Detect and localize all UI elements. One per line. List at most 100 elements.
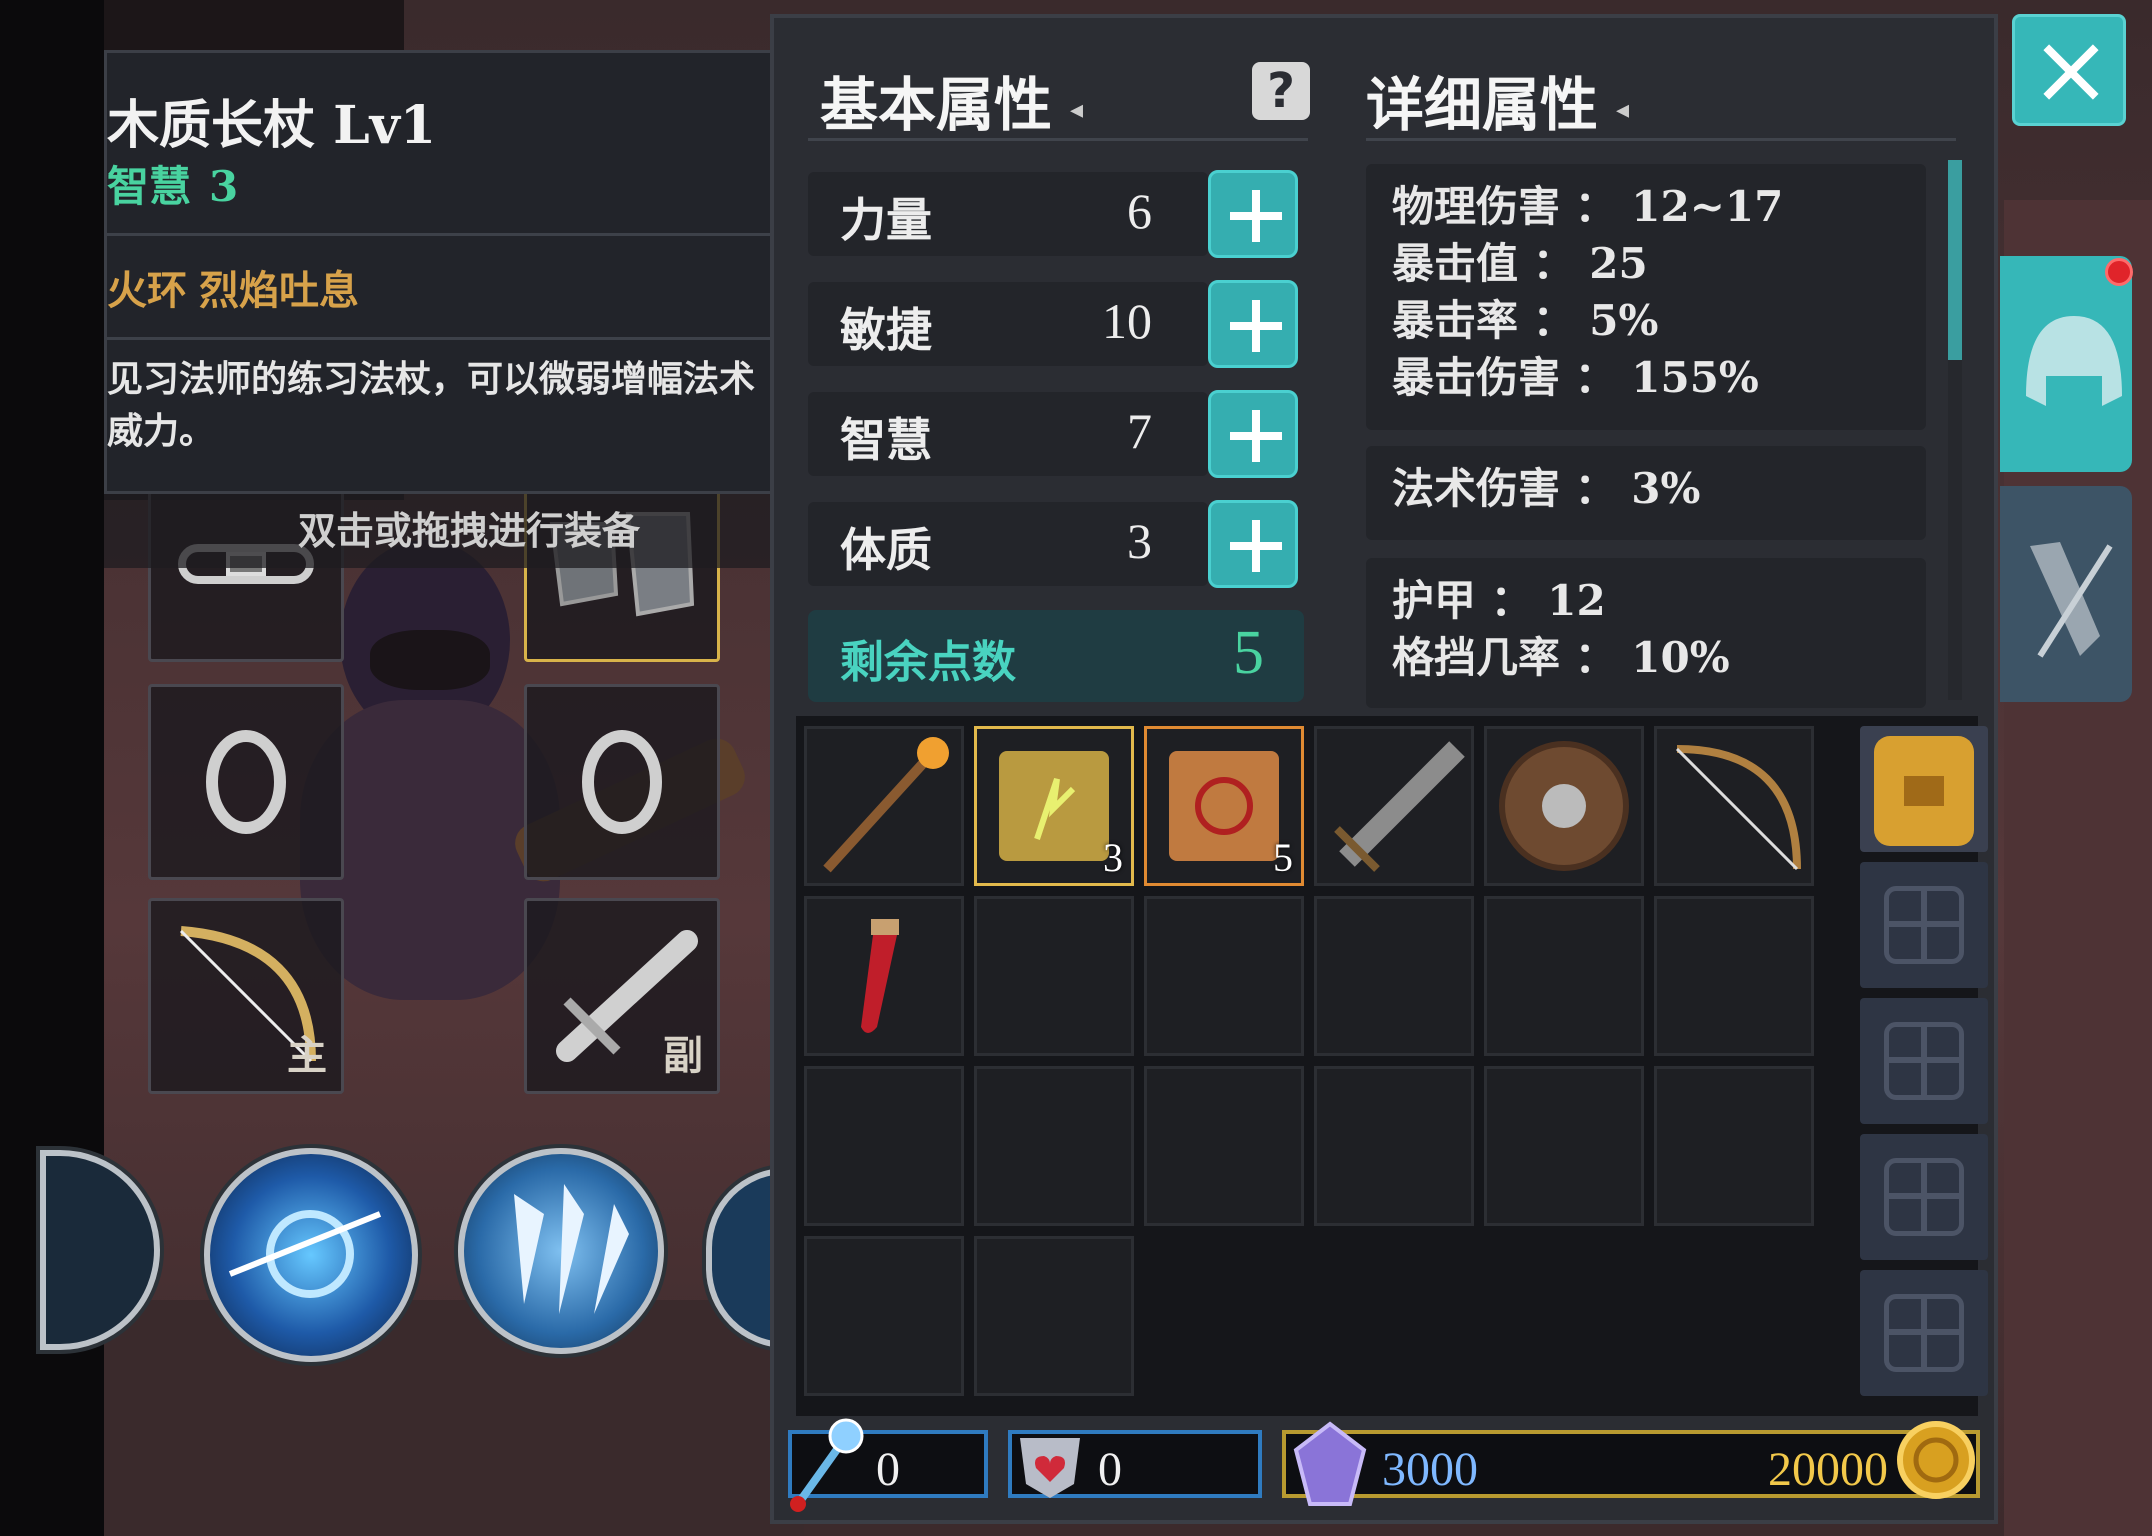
empty-bag-icon <box>1884 1022 1964 1100</box>
equip-slot-ring-left[interactable] <box>148 684 344 880</box>
inventory-slot-empty[interactable] <box>1314 1066 1474 1226</box>
currency-value: 0 <box>1098 1443 1122 1496</box>
add-wisdom-button[interactable] <box>1208 390 1298 478</box>
item-count: 3 <box>1103 835 1123 880</box>
gauntlet-icon <box>2030 542 2113 658</box>
inventory-slot-empty[interactable] <box>1654 896 1814 1056</box>
currency-value: 0 <box>876 1443 900 1496</box>
detail-physical-group: 物理伤害 ： 12~17 暴击值 ： 25 暴击率 ： 5% 暴击伤害 ： 15… <box>1366 164 1926 430</box>
multi-arrow-icon <box>514 1184 629 1314</box>
add-constitution-button[interactable] <box>1208 500 1298 588</box>
equip-slot-off-hand[interactable]: 副 <box>524 898 720 1094</box>
inventory-slot-scroll-red[interactable]: 5 <box>1144 726 1304 886</box>
inventory-slot-empty[interactable] <box>1484 1066 1644 1226</box>
equip-slot-ring-right[interactable] <box>524 684 720 880</box>
detail-scrollbar-thumb[interactable] <box>1948 160 1962 360</box>
item-attribute-name: 智慧 <box>107 162 192 211</box>
item-name: 木质长杖 Lv1 <box>107 95 437 156</box>
tab-skills[interactable] <box>2000 486 2132 702</box>
inventory-slot-empty[interactable] <box>804 1066 964 1226</box>
arrow-left-icon: ◂ <box>1070 95 1084 125</box>
currency-bar: 0 0 3000 20000 <box>770 1414 1998 1524</box>
inventory-slot-empty[interactable] <box>1144 896 1304 1056</box>
add-strength-button[interactable] <box>1208 170 1298 258</box>
shield-icon <box>1499 741 1629 871</box>
detailed-attributes-title: 详细属性 ◂ <box>1366 58 1629 142</box>
bag-slot-backpack[interactable] <box>1860 726 1988 852</box>
bag-slot-empty[interactable] <box>1860 998 1988 1124</box>
inventory-slot-empty[interactable] <box>804 1236 964 1396</box>
inventory-slot-potion[interactable] <box>804 896 964 1056</box>
empty-bag-icon <box>1884 886 1964 964</box>
off-hand-tag: 副 <box>663 1032 703 1079</box>
inventory-slot-empty[interactable] <box>1314 896 1474 1056</box>
item-count: 5 <box>1273 835 1293 880</box>
detail-line: 格挡几率 ： 10% <box>1392 633 1730 682</box>
empty-bag-icon <box>1884 1158 1964 1236</box>
item-skill-slot: 火环 <box>107 267 187 314</box>
stat-label: 敏捷 <box>840 303 932 357</box>
inventory-slot-empty[interactable] <box>1654 1066 1814 1226</box>
empty-bag-icon <box>1884 1294 1964 1372</box>
stat-label: 智慧 <box>840 413 932 467</box>
detail-magic-group: 法术伤害 ： 3% <box>1366 446 1926 540</box>
magic-staff-icon <box>790 1418 864 1512</box>
inventory-slot-empty[interactable] <box>1144 1066 1304 1226</box>
inventory-slot-empty[interactable] <box>1484 896 1644 1056</box>
stat-row-constitution: 体质 3 <box>808 502 1208 586</box>
stat-row-agility: 敏捷 10 <box>808 282 1208 366</box>
bag-slot-empty[interactable] <box>1860 1270 1988 1396</box>
add-agility-button[interactable] <box>1208 280 1298 368</box>
inventory-slot-staff[interactable] <box>804 726 964 886</box>
crystal-icon <box>1293 1421 1367 1506</box>
detail-line: 护甲 ： 12 <box>1392 576 1606 625</box>
item-skill-name: 烈焰吐息 <box>199 267 359 314</box>
detailed-attributes-label: 详细属性 <box>1366 71 1599 139</box>
item-description: 见习法师的练习法杖，可以微弱增幅法术威力。 <box>107 358 756 452</box>
potion-icon <box>861 919 899 1033</box>
remaining-points-label: 剩余点数 <box>840 637 1016 688</box>
inventory-slot-empty[interactable] <box>974 1236 1134 1396</box>
vortex-arrow-icon <box>228 1210 382 1298</box>
arrow-left-icon: ◂ <box>1616 95 1630 125</box>
remaining-points: 剩余点数 5 <box>808 610 1304 702</box>
bag-slot-empty[interactable] <box>1860 1134 1988 1260</box>
gold-coin-icon <box>1897 1421 1975 1499</box>
ring-icon <box>582 730 662 834</box>
basic-attributes-label: 基本属性 <box>820 71 1053 139</box>
detail-defense-group: 护甲 ： 12 格挡几率 ： 10% <box>1366 558 1926 708</box>
stat-value: 6 <box>1127 183 1152 239</box>
item-tooltip: 木质长杖 Lv1 智慧 3 火环 烈焰吐息 见习法师的练习法杖，可以微弱增幅法术威… <box>104 50 814 494</box>
helmet-icon <box>2026 316 2122 406</box>
stat-row-strength: 力量 6 <box>808 172 1208 256</box>
item-attribute-value: 3 <box>209 162 239 211</box>
inventory-slot-empty[interactable] <box>974 1066 1134 1226</box>
stat-value: 3 <box>1127 513 1152 569</box>
currency-crystals-gold: 3000 20000 <box>1282 1430 1980 1498</box>
detail-line: 法术伤害 ： 3% <box>1392 464 1701 513</box>
close-button[interactable] <box>2012 14 2126 126</box>
bow-icon <box>1675 745 1801 871</box>
backpack-icon <box>1874 736 1974 846</box>
equip-slot-main-hand[interactable]: 主 <box>148 898 344 1094</box>
skill-orb-multi-arrow[interactable] <box>458 1148 664 1354</box>
inventory-slot-greatsword[interactable] <box>1314 726 1474 886</box>
inventory-slot-shield[interactable] <box>1484 726 1644 886</box>
stat-label: 体质 <box>840 523 932 577</box>
sword-icon <box>1334 741 1465 872</box>
inventory-slot-bow[interactable] <box>1654 726 1814 886</box>
main-hand-tag: 主 <box>287 1032 327 1079</box>
inventory-slot-empty[interactable] <box>974 896 1134 1056</box>
inventory-grid: 3 5 <box>796 716 1988 1416</box>
inventory-slot-scroll-green[interactable]: 3 <box>974 726 1134 886</box>
bag-slot-empty[interactable] <box>1860 862 1988 988</box>
item-attribute: 智慧 3 <box>107 153 238 214</box>
gold-value: 20000 <box>1768 1443 1888 1496</box>
staff-icon <box>823 737 949 873</box>
basic-attributes-title: 基本属性 ◂ <box>820 58 1083 142</box>
remaining-points-value: 5 <box>1233 619 1264 687</box>
help-icon[interactable]: ? <box>1252 62 1310 120</box>
detail-line: 暴击伤害 ： 155% <box>1392 353 1759 402</box>
skill-orb-vortex-arrow[interactable] <box>204 1148 418 1362</box>
tab-equipment[interactable] <box>2000 256 2132 472</box>
